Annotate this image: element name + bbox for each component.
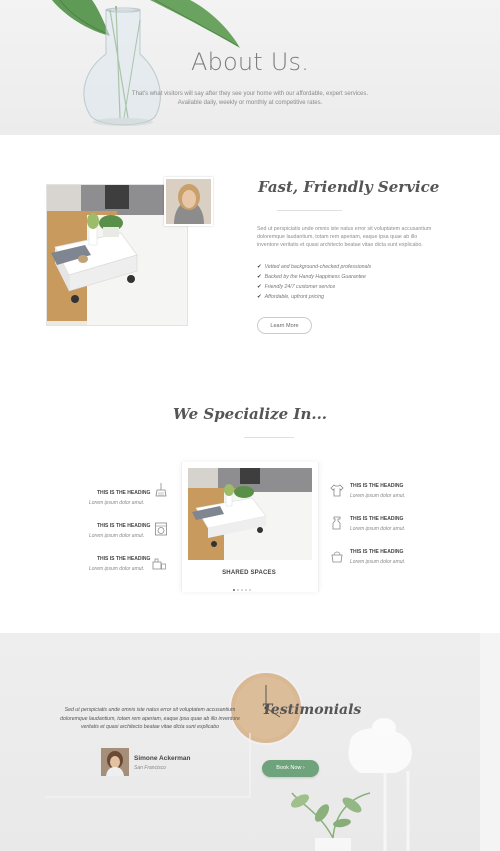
slider-dot[interactable] [233,589,235,591]
section-divider [277,210,342,211]
list-item-label: Friendly 24/7 customer service [264,284,336,290]
slider-pagination[interactable] [233,578,265,591]
feature-heading: THIS IS THE HEADING [97,556,151,562]
slider-dot[interactable] [241,589,243,591]
feature-text: Lorem ipsum dolor amut. [350,493,406,499]
section-divider [244,437,294,438]
service-description: Sed ut perspiciatis unde omnis iste natu… [257,226,432,248]
slider-dot[interactable] [249,589,251,591]
testimonials-title: Testimonials [262,702,362,718]
room-background-image [45,633,500,851]
feature-heading: THIS IS THE HEADING [97,490,151,496]
reviewer-name: Simone Ackerman [134,755,191,762]
feature-heading: THIS IS THE HEADING [350,516,404,522]
cleaning-supplies-icon [152,558,166,570]
list-item: ✔ Friendly 24/7 customer service [257,282,437,292]
avatar [101,748,129,776]
feature-text: Lorem ipsum dolor amut. [89,566,145,572]
shirt-icon [330,484,344,497]
hero-subtitle-line: That's what visitors will say after they… [131,91,369,97]
feature-text: Lorem ipsum dolor amut. [89,500,145,506]
list-item-label: Backed by the Handy Happiness Guarantee [264,274,366,280]
slide-caption: SHARED SPACES [222,570,276,576]
feature-text: Lorem ipsum dolor amut. [89,533,145,539]
feature-heading: THIS IS THE HEADING [350,549,404,555]
testimonials-section [0,633,500,851]
slider-dot[interactable] [237,589,239,591]
feature-text: Lorem ipsum dolor amut. [350,526,406,532]
service-title: Fast, Friendly Service [258,178,440,196]
hero-section: About Us. That's what visitors will say … [0,0,500,135]
features-left-column: THIS IS THE HEADING Lorem ipsum dolor am… [46,462,181,592]
features-right-column: THIS IS THE HEADING Lorem ipsum dolor am… [317,462,454,592]
page-title: About Us. [190,48,310,76]
hero-subtitle: That's what visitors will say after they… [0,90,500,108]
washing-machine-icon [155,522,167,536]
list-item-label: Vetted and background-checked profession… [264,264,372,270]
service-checklist: ✔ Vetted and background-checked professio… [257,262,437,302]
feature-heading: THIS IS THE HEADING [350,483,404,489]
woman-portrait-illustration [166,179,211,224]
spray-bottle-icon [332,516,341,530]
shared-spaces-slide-image [188,468,312,560]
learn-more-button[interactable]: Learn More [257,317,312,334]
check-icon: ✔ [257,274,262,280]
hero-subtitle-line: Available daily, weekly or monthly at co… [177,100,323,106]
list-item: ✔ Vetted and background-checked professio… [257,262,437,272]
feature-text: Lorem ipsum dolor amut. [350,559,406,565]
reviewer-location: San Francisco [134,765,166,771]
check-icon: ✔ [257,284,262,290]
bucket-icon [331,551,343,563]
testimonial-quote: Sed ut perspiciatis unde omnis iste natu… [60,707,240,730]
feature-heading: THIS IS THE HEADING [97,523,151,529]
specialize-title: We Specialize In... [172,405,328,423]
check-icon: ✔ [257,294,262,300]
list-item: ✔ Affordable, upfront pricing [257,292,437,302]
book-now-button[interactable]: Book Now › [262,760,319,777]
list-item: ✔ Backed by the Handy Happiness Guarantee [257,272,437,282]
check-icon: ✔ [257,264,262,270]
reviewer-portrait-illustration [101,748,129,776]
slider-dot[interactable] [245,589,247,591]
staff-portrait [164,177,213,226]
broom-icon [155,483,167,497]
list-item-label: Affordable, upfront pricing [264,294,325,300]
